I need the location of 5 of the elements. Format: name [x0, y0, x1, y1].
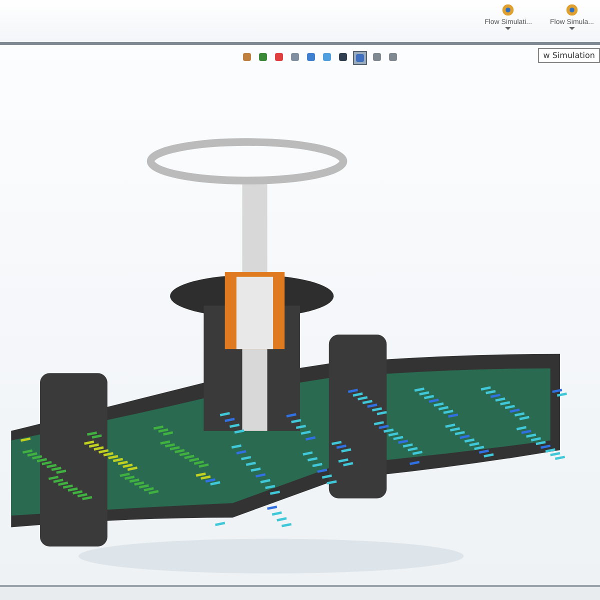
tooltip: w Simulation — [538, 48, 600, 63]
caret-icon — [569, 27, 576, 30]
view-tool-icon[interactable] — [337, 51, 349, 64]
caret-icon — [505, 27, 512, 30]
view-tool-icon[interactable] — [353, 51, 367, 66]
